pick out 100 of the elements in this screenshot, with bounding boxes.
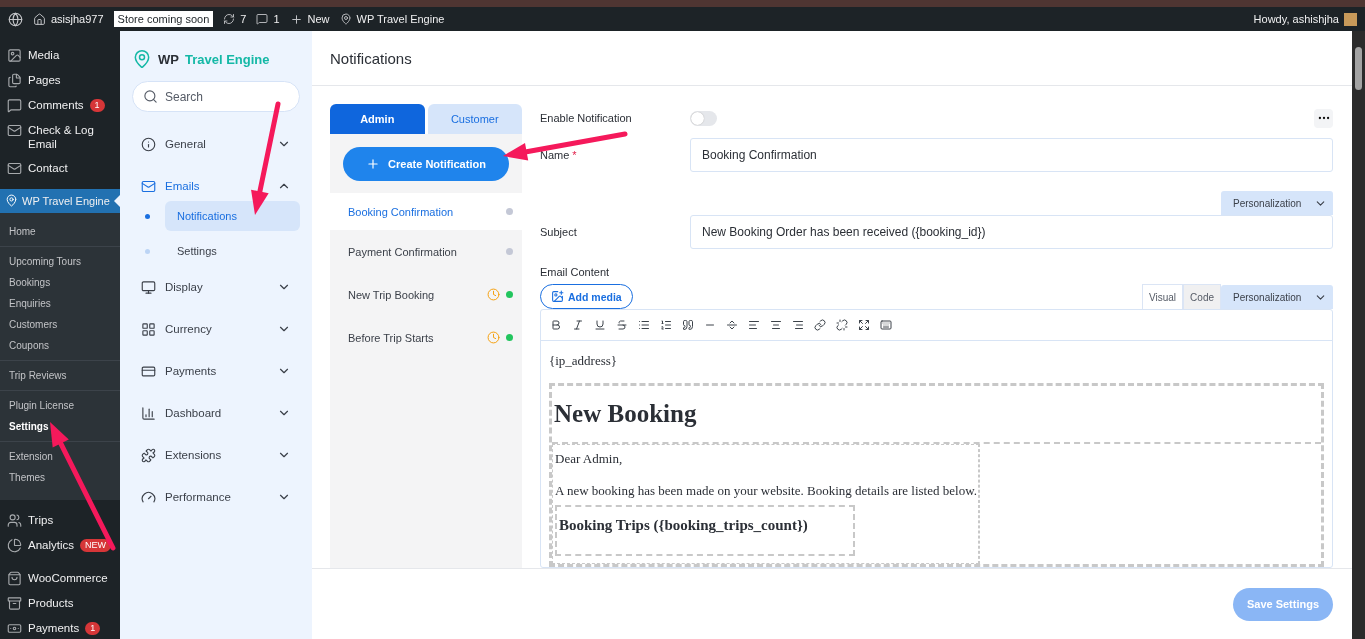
toggle-switch[interactable]: [690, 110, 717, 126]
admin-menu-item[interactable]: Products: [28, 596, 74, 610]
admin-menu-item[interactable]: Analytics: [28, 538, 75, 552]
personalization-dropdown[interactable]: Personalization: [1221, 191, 1333, 215]
italic-icon[interactable]: [572, 319, 584, 331]
pie-chart-icon: [7, 538, 22, 553]
admin-menu-item[interactable]: Pages: [28, 73, 61, 87]
pages-icon: [7, 73, 22, 88]
page-title: Notifications: [330, 49, 412, 67]
align-center-icon[interactable]: [770, 319, 782, 331]
admin-menu-item[interactable]: Trips: [28, 513, 54, 527]
money-icon: [7, 621, 22, 636]
admin-menu-item[interactable]: Payments: [28, 621, 80, 635]
logo-text: Travel Engine: [184, 51, 270, 67]
nav-item[interactable]: Extensions: [165, 449, 268, 461]
personalization-dropdown[interactable]: Personalization: [1221, 285, 1333, 309]
store-status-badge: Store coming soon: [113, 11, 214, 27]
scrollbar-thumb[interactable]: [1355, 47, 1362, 90]
home-icon: [33, 12, 46, 26]
template-text: {ip_address}: [549, 353, 619, 369]
bar-chart-icon: [141, 405, 156, 421]
notification-item[interactable]: Before Trip Starts: [348, 331, 481, 344]
card-icon: [141, 363, 156, 379]
keyboard-icon[interactable]: [880, 319, 892, 331]
more-options-button[interactable]: [1314, 108, 1333, 128]
submenu-item[interactable]: Customers: [0, 314, 120, 335]
unlink-icon[interactable]: [836, 319, 848, 331]
field-label: Subject: [540, 226, 578, 238]
field-label: Email Content: [540, 266, 610, 278]
comment-icon: [7, 98, 22, 113]
audience-tab[interactable]: Customer: [427, 104, 522, 134]
admin-menu-item[interactable]: Comments: [28, 98, 84, 112]
separator-icon[interactable]: [726, 319, 738, 331]
map-pin-icon: [339, 13, 352, 25]
admin-menu-item[interactable]: Media: [28, 48, 60, 62]
nav-item[interactable]: General: [165, 138, 268, 150]
monitor-icon: [141, 279, 156, 295]
audience-tab[interactable]: Admin: [330, 104, 425, 134]
logo-text: WP: [158, 51, 179, 67]
nav-item[interactable]: Payments: [165, 365, 268, 377]
map-pin-icon: [5, 194, 18, 207]
admin-menu-item[interactable]: Contact: [28, 161, 68, 175]
notification-item[interactable]: New Trip Booking: [348, 288, 481, 301]
submenu-item[interactable]: Bookings: [0, 272, 120, 293]
submenu-item[interactable]: Home: [0, 221, 120, 242]
search-field[interactable]: Search: [132, 81, 300, 112]
new-link[interactable]: New: [307, 13, 330, 25]
add-media-button[interactable]: Add media: [540, 284, 633, 309]
email-text: Dear Admin,: [555, 451, 624, 467]
nav-item[interactable]: Currency: [165, 323, 268, 335]
editor-tab[interactable]: Visual: [1142, 284, 1184, 309]
map-pin-logo-icon: [132, 49, 152, 69]
nav-item[interactable]: Performance: [165, 491, 268, 503]
greeting-link[interactable]: Howdy, ashishjha: [1253, 13, 1339, 25]
submenu-item[interactable]: Extension: [0, 446, 120, 467]
submenu-item[interactable]: Coupons: [0, 335, 120, 356]
submenu-item[interactable]: Themes: [0, 467, 120, 488]
nav-subitem[interactable]: Settings: [165, 236, 300, 266]
comment-icon: [256, 13, 269, 25]
submenu-item[interactable]: Settings: [0, 416, 120, 437]
bold-icon[interactable]: [550, 319, 562, 331]
nav-item[interactable]: Dashboard: [165, 407, 268, 419]
link-icon[interactable]: [814, 319, 826, 331]
submenu-item[interactable]: Plugin License: [0, 395, 120, 416]
admin-menu-item[interactable]: WooCommerce: [28, 571, 108, 585]
nav-item[interactable]: Emails: [165, 180, 268, 192]
mail-icon: [7, 123, 22, 138]
updates-count[interactable]: 7: [240, 13, 247, 25]
admin-menu-item[interactable]: Check & Log Email: [28, 123, 108, 151]
submenu-item[interactable]: Trip Reviews: [0, 365, 120, 386]
bullet-dot: [145, 213, 150, 219]
quote-icon[interactable]: [682, 319, 694, 331]
media-icon: [7, 48, 22, 63]
comments-count[interactable]: 1: [273, 13, 280, 25]
align-right-icon[interactable]: [792, 319, 804, 331]
underline-icon[interactable]: [594, 319, 606, 331]
plugin-link[interactable]: WP Travel Engine: [356, 13, 445, 25]
nav-item[interactable]: Display: [165, 281, 268, 293]
updates-icon: [223, 13, 236, 25]
numbered-list-icon[interactable]: [660, 319, 672, 331]
editor-tab[interactable]: Code: [1183, 284, 1221, 309]
submenu-item[interactable]: Enquiries: [0, 293, 120, 314]
mail-icon: [7, 161, 22, 176]
subject-field[interactable]: New Booking Order has been received ({booking_id}): [690, 215, 1333, 249]
field-label: Name: [540, 149, 570, 161]
bag-icon: [7, 571, 22, 586]
submenu-item[interactable]: Upcoming Tours: [0, 251, 120, 272]
box-icon: [7, 596, 22, 611]
gauge-icon: [141, 489, 156, 505]
notification-item[interactable]: Payment Confirmation: [348, 245, 500, 258]
fullscreen-icon[interactable]: [858, 319, 870, 331]
site-name-link[interactable]: asisjha977: [51, 13, 104, 25]
align-left-icon[interactable]: [748, 319, 760, 331]
email-text: A new booking has been made on your website. Booking details are listed below.: [555, 483, 976, 499]
bullet-list-icon[interactable]: [638, 319, 650, 331]
strikethrough-icon[interactable]: [616, 319, 628, 331]
name-field[interactable]: Booking Confirmation: [690, 138, 1333, 172]
nav-subitem[interactable]: Notifications: [165, 201, 300, 231]
count-badge: NEW: [80, 539, 112, 552]
create-notification-button[interactable]: Create Notification: [343, 147, 509, 181]
